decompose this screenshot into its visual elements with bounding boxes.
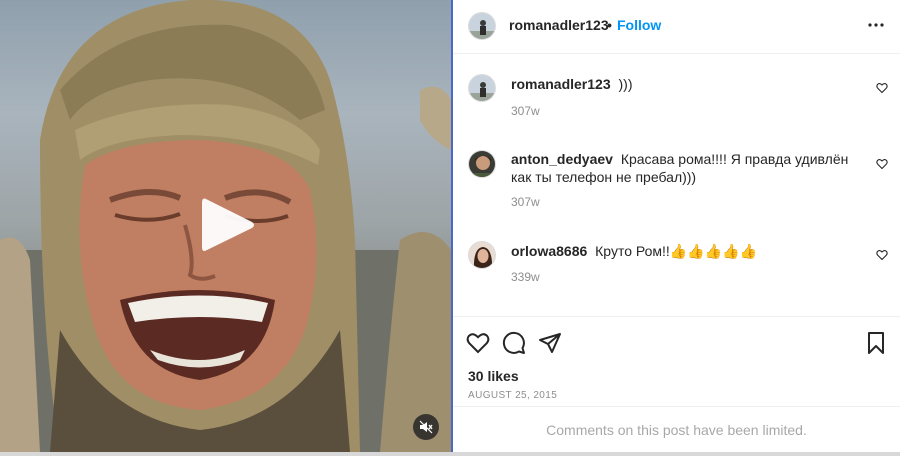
comment-body: ))) [618,76,633,92]
play-button[interactable] [198,195,258,255]
heart-icon[interactable] [466,331,490,355]
avatar-image [469,13,495,39]
comment-avatar[interactable] [468,150,496,178]
avatar-image [469,242,495,268]
comment-age[interactable]: 307w [511,195,540,209]
post-video[interactable] [0,0,451,452]
comment-text-block: orlowa8686 Круто Ром!!👍👍👍👍👍 [511,242,861,260]
comment-like-icon[interactable] [876,158,888,170]
mute-toggle-button[interactable] [413,414,439,440]
post-header: romanadler123 • Follow [453,0,900,54]
follow-button[interactable]: Follow [617,17,661,33]
avatar-image [469,151,495,177]
comment-avatar[interactable] [468,241,496,269]
avatar-image [469,75,495,101]
play-icon [202,198,254,251]
comment-avatar[interactable] [468,74,496,102]
separator-dot: • [607,17,612,33]
more-options-icon [868,23,884,27]
post-actions: 30 likes AUGUST 25, 2015 [453,316,900,406]
comment-age[interactable]: 339w [511,270,540,284]
comment-like-icon[interactable] [876,249,888,261]
comment-username[interactable]: orlowa8686 [511,243,587,259]
comment-username[interactable]: romanadler123 [511,76,611,92]
more-options-button[interactable] [864,13,888,37]
paper-plane-icon[interactable] [538,331,562,355]
comment-bubble-icon[interactable] [502,331,526,355]
post-date[interactable]: AUGUST 25, 2015 [468,390,557,401]
window-bottom-edge [0,452,900,456]
post-details-panel: romanadler123 • Follow romanadler123 )))… [453,0,900,452]
bookmark-icon[interactable] [864,331,888,355]
comment-username[interactable]: anton_dedyaev [511,151,613,167]
comment-age[interactable]: 307w [511,104,540,118]
comment-text-block: romanadler123 ))) [511,75,861,93]
comment-like-icon[interactable] [876,82,888,94]
author-username[interactable]: romanadler123 [509,17,609,33]
author-avatar[interactable] [468,12,496,40]
likes-count[interactable]: 30 likes [468,368,519,384]
comment-text-block: anton_dedyaev Красава рома!!!! Я правда … [511,150,861,186]
muted-speaker-icon [419,420,433,434]
comments-limited-notice: Comments on this post have been limited. [453,406,900,452]
comment-body: Круто Ром!!👍👍👍👍👍 [595,243,757,259]
